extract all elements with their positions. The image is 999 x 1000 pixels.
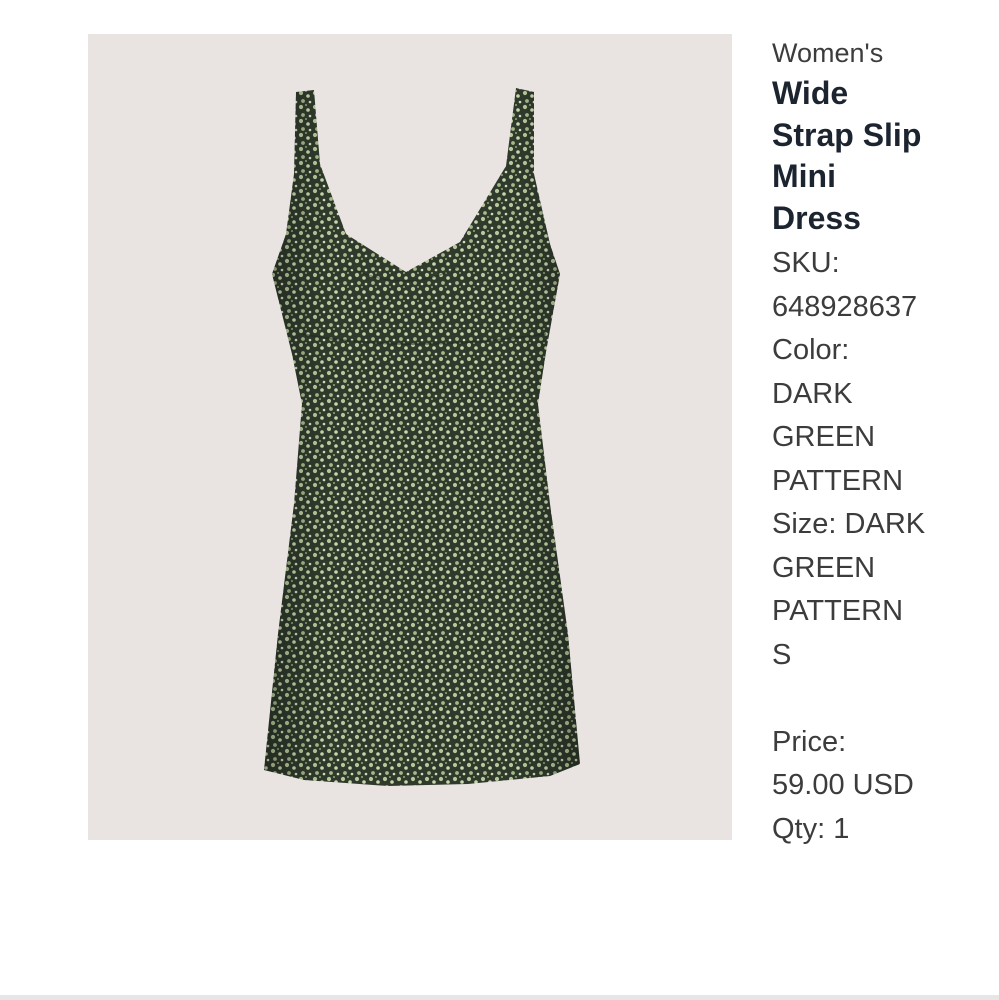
product-details: Women's Wide Strap Slip Mini Dress SKU: … <box>772 34 972 851</box>
product-title-line: Strap Slip <box>772 116 922 153</box>
product-title-line: Mini <box>772 158 836 194</box>
product-title-line: Wide <box>772 75 849 111</box>
size-value-line: GREEN <box>772 551 876 584</box>
color-value-line: PATTERN <box>772 464 904 497</box>
bottom-divider <box>0 995 999 1000</box>
size-value-line: PATTERN <box>772 595 904 627</box>
sku-value: 648928637 <box>772 290 918 323</box>
sku-label: SKU: <box>772 247 840 279</box>
color-label: Color: <box>772 334 850 366</box>
product-category: Women's <box>772 38 884 68</box>
quantity: Qty: 1 <box>772 812 850 845</box>
dress-photo-icon <box>264 88 580 786</box>
color-value-line: DARK <box>772 377 853 410</box>
product-title-line: Dress <box>772 199 861 236</box>
price-label: Price: <box>772 725 847 758</box>
color-value-line: GREEN <box>772 421 876 453</box>
product-title[interactable]: Wide Strap Slip Mini Dress <box>772 73 972 239</box>
size-value-line: Size: DARK <box>772 508 926 540</box>
size-value-line: S <box>772 638 792 671</box>
product-image[interactable] <box>88 34 732 840</box>
price-value: 59.00 USD <box>772 769 914 801</box>
